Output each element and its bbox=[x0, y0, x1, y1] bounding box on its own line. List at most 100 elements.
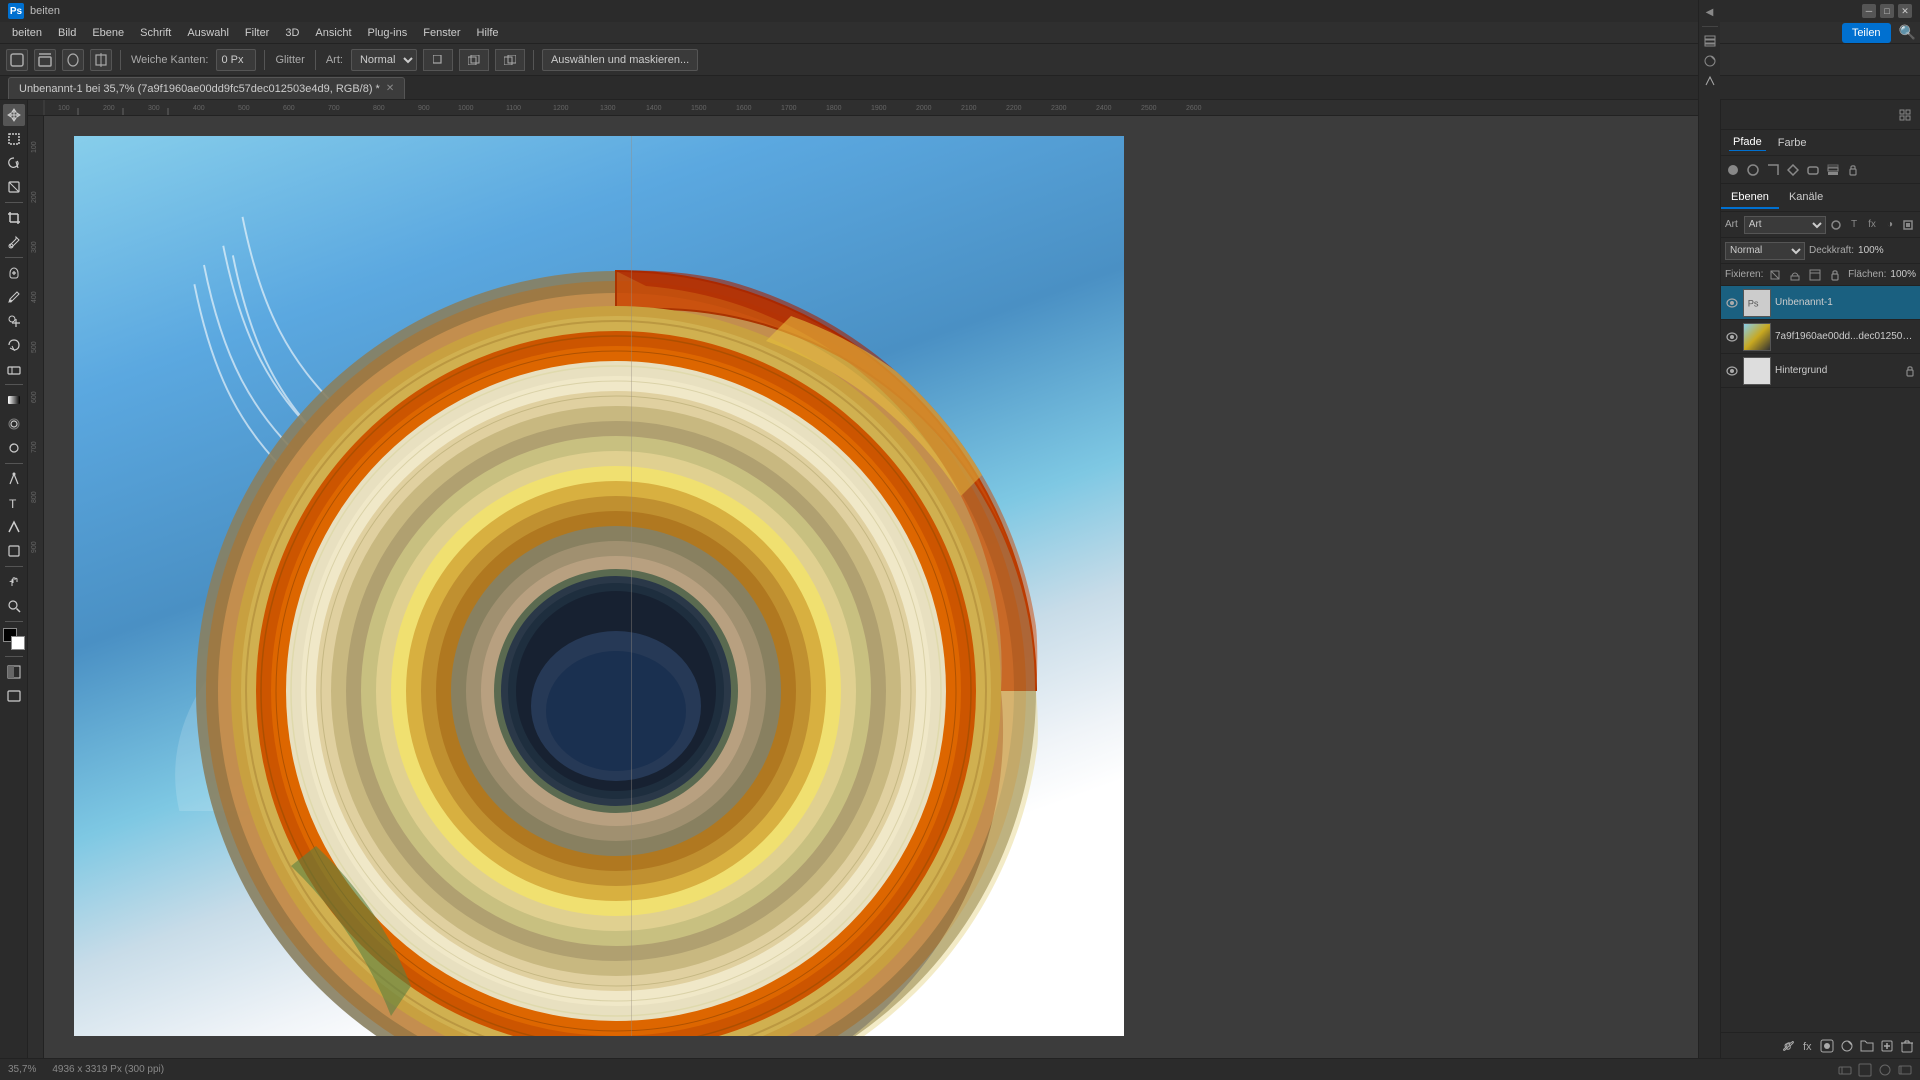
lock-all-icon[interactable] bbox=[1827, 267, 1843, 283]
selection-mode-add[interactable] bbox=[459, 49, 489, 71]
hand-tool[interactable] bbox=[3, 571, 25, 593]
shape-tool[interactable] bbox=[3, 540, 25, 562]
selection-mode-new[interactable] bbox=[423, 49, 453, 71]
share-button[interactable]: Teilen bbox=[1842, 23, 1891, 43]
menu-auswahl[interactable]: Auswahl bbox=[179, 25, 237, 41]
kanaele-tab[interactable]: Kanäle bbox=[1779, 187, 1833, 209]
corner-shape-icon[interactable] bbox=[1765, 162, 1781, 178]
menu-ebene[interactable]: Ebene bbox=[84, 25, 132, 41]
pen-mini-icon[interactable] bbox=[1702, 73, 1718, 89]
search-icon[interactable]: 🔍 bbox=[1899, 24, 1916, 41]
menu-ansicht[interactable]: Ansicht bbox=[307, 25, 359, 41]
brush-tool[interactable] bbox=[3, 286, 25, 308]
add-layer-btn[interactable] bbox=[1878, 1037, 1896, 1055]
spot-heal-tool[interactable] bbox=[3, 262, 25, 284]
eraser-tool[interactable] bbox=[3, 358, 25, 380]
text-tool[interactable]: T bbox=[3, 492, 25, 514]
diamond-shape-icon[interactable] bbox=[1785, 162, 1801, 178]
crop-tool[interactable] bbox=[3, 207, 25, 229]
panel-arrow-icon[interactable]: ◀ bbox=[1702, 4, 1718, 20]
menu-3d[interactable]: 3D bbox=[277, 25, 307, 41]
history-brush-tool[interactable] bbox=[3, 334, 25, 356]
art-label: Art: bbox=[324, 54, 345, 66]
lasso-tool[interactable] bbox=[3, 152, 25, 174]
tool-preset-icon[interactable] bbox=[6, 49, 28, 71]
select-shape-icon[interactable] bbox=[34, 49, 56, 71]
blend-mode-select[interactable]: Normal Multiplizieren Bildschirm Überlag… bbox=[1725, 242, 1805, 260]
eyedrop-tool[interactable] bbox=[3, 231, 25, 253]
lock-layer-icon[interactable] bbox=[1845, 162, 1861, 178]
menu-beiten[interactable]: beiten bbox=[4, 25, 50, 41]
lock-image-icon[interactable] bbox=[1787, 267, 1803, 283]
layer-visibility-unbenannt1[interactable] bbox=[1725, 296, 1739, 310]
add-style-btn[interactable]: fx bbox=[1798, 1037, 1816, 1055]
select-mask-button[interactable]: Auswählen und maskieren... bbox=[542, 49, 698, 71]
ebenen-tab[interactable]: Ebenen bbox=[1721, 187, 1779, 209]
minimize-button[interactable]: ─ bbox=[1862, 4, 1876, 18]
filter-select[interactable]: Art Name Effekt bbox=[1744, 216, 1826, 234]
document-tab[interactable]: Unbenannt-1 bei 35,7% (7a9f1960ae00dd9fc… bbox=[8, 77, 405, 99]
feather-icon[interactable] bbox=[62, 49, 84, 71]
art-select[interactable]: Normal Fest bbox=[351, 49, 417, 71]
filter-fx-icon[interactable]: fx bbox=[1864, 217, 1880, 233]
menu-label-beiten[interactable]: beiten bbox=[30, 5, 60, 17]
circle-outline-icon[interactable] bbox=[1745, 162, 1761, 178]
link-layers-btn[interactable] bbox=[1778, 1037, 1796, 1055]
layer-item-unbenannt1[interactable]: Ps Unbenannt-1 bbox=[1721, 286, 1920, 320]
options-bar: Weiche Kanten: Glitter Art: Normal Fest … bbox=[0, 44, 1920, 76]
refine-edge-icon[interactable] bbox=[90, 49, 112, 71]
layers-mini-icon[interactable] bbox=[1702, 33, 1718, 49]
circle-shape-icon[interactable] bbox=[1725, 162, 1741, 178]
svg-text:600: 600 bbox=[283, 105, 295, 112]
delete-layer-btn[interactable] bbox=[1898, 1037, 1916, 1055]
canvas-content[interactable] bbox=[74, 136, 1124, 1036]
close-button[interactable]: ✕ bbox=[1898, 4, 1912, 18]
dodge-tool[interactable] bbox=[3, 437, 25, 459]
rounded-rect-icon[interactable] bbox=[1805, 162, 1821, 178]
tab-close-icon[interactable]: ✕ bbox=[386, 83, 394, 94]
panel-grid-icon[interactable] bbox=[1894, 104, 1916, 126]
clone-tool[interactable] bbox=[3, 310, 25, 332]
weichekanten-input[interactable] bbox=[216, 49, 256, 71]
layer-item-hintergrund[interactable]: Hintergrund bbox=[1721, 354, 1920, 388]
add-adjustment-btn[interactable] bbox=[1838, 1037, 1856, 1055]
quick-mask-toggle[interactable] bbox=[3, 661, 25, 683]
pen-tool[interactable] bbox=[3, 468, 25, 490]
svg-text:1800: 1800 bbox=[826, 105, 842, 112]
layer-icon-btn[interactable] bbox=[1825, 162, 1841, 178]
lock-transparent-icon[interactable] bbox=[1767, 267, 1783, 283]
layer-item-image[interactable]: 7a9f1960ae00dd...dec012503e4d9 bbox=[1721, 320, 1920, 354]
path-select-tool[interactable] bbox=[3, 516, 25, 538]
farbe-tab[interactable]: Farbe bbox=[1774, 135, 1811, 151]
layer-blend-row: Normal Multiplizieren Bildschirm Überlag… bbox=[1721, 238, 1920, 264]
color-mini-icon[interactable] bbox=[1702, 53, 1718, 69]
layer-visibility-image[interactable] bbox=[1725, 330, 1739, 344]
maximize-button[interactable]: □ bbox=[1880, 4, 1894, 18]
foreground-color[interactable] bbox=[11, 636, 25, 650]
selection-mode-subtract[interactable] bbox=[495, 49, 525, 71]
lock-artboard-icon[interactable] bbox=[1807, 267, 1823, 283]
object-select-tool[interactable] bbox=[3, 176, 25, 198]
move-tool[interactable] bbox=[3, 104, 25, 126]
add-folder-btn[interactable] bbox=[1858, 1037, 1876, 1055]
svg-text:800: 800 bbox=[373, 105, 385, 112]
add-mask-btn[interactable] bbox=[1818, 1037, 1836, 1055]
zoom-tool[interactable] bbox=[3, 595, 25, 617]
screen-mode[interactable] bbox=[3, 685, 25, 707]
menu-bild[interactable]: Bild bbox=[50, 25, 84, 41]
menu-fenster[interactable]: Fenster bbox=[415, 25, 468, 41]
select-rect-tool[interactable] bbox=[3, 128, 25, 150]
menu-schrift[interactable]: Schrift bbox=[132, 25, 179, 41]
filter-type-icon[interactable]: T bbox=[1846, 217, 1862, 233]
menu-plugins[interactable]: Plug-ins bbox=[360, 25, 416, 41]
color-swatches[interactable] bbox=[3, 628, 25, 650]
gradient-tool[interactable] bbox=[3, 389, 25, 411]
filter-toggle-icon[interactable] bbox=[1828, 217, 1844, 233]
menu-filter[interactable]: Filter bbox=[237, 25, 277, 41]
layer-visibility-hintergrund[interactable] bbox=[1725, 364, 1739, 378]
filter-smart-icon[interactable] bbox=[1900, 217, 1916, 233]
paths-tab[interactable]: Pfade bbox=[1729, 134, 1766, 151]
filter-adjust-icon[interactable]: ◑ bbox=[1882, 217, 1898, 233]
menu-hilfe[interactable]: Hilfe bbox=[469, 25, 507, 41]
blur-tool[interactable] bbox=[3, 413, 25, 435]
